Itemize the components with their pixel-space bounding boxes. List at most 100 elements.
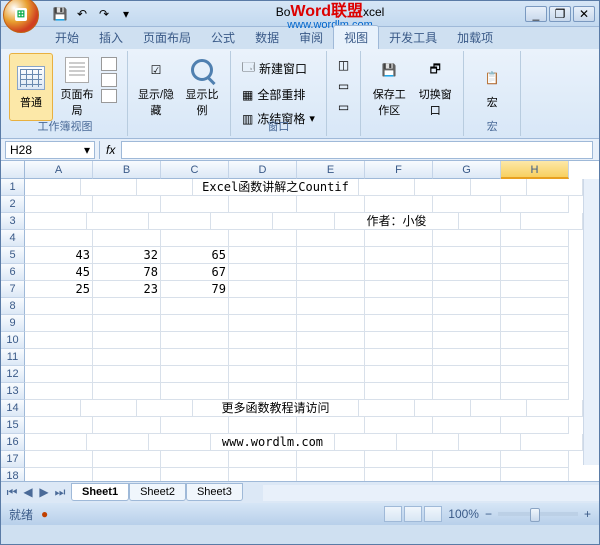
row-header-7[interactable]: 7 <box>1 281 25 298</box>
cell-E8[interactable] <box>297 298 365 315</box>
column-header-D[interactable]: D <box>229 161 297 179</box>
cell-D4[interactable] <box>229 230 297 247</box>
cell-H3[interactable] <box>521 213 583 230</box>
formula-bar[interactable] <box>121 141 593 159</box>
cell-F7[interactable] <box>365 281 433 298</box>
column-header-A[interactable]: A <box>25 161 93 179</box>
row-header-3[interactable]: 3 <box>1 213 25 230</box>
cell-E18[interactable] <box>297 468 365 481</box>
cell-G14[interactable] <box>471 400 527 417</box>
name-box[interactable]: H28▾ <box>5 141 95 159</box>
cell-F11[interactable] <box>365 349 433 366</box>
cell-B18[interactable] <box>93 468 161 481</box>
cell-A7[interactable]: 25 <box>25 281 93 298</box>
cell-F10[interactable] <box>365 332 433 349</box>
cell-F17[interactable] <box>365 451 433 468</box>
cell-B13[interactable] <box>93 383 161 400</box>
cell-B2[interactable] <box>93 196 161 213</box>
column-header-G[interactable]: G <box>433 161 501 179</box>
cell-C13[interactable] <box>161 383 229 400</box>
cell-C4[interactable] <box>161 230 229 247</box>
cell-F3[interactable]: 作者：小俊 <box>335 213 459 230</box>
cell-G11[interactable] <box>433 349 501 366</box>
cell-A11[interactable] <box>25 349 93 366</box>
column-header-C[interactable]: C <box>161 161 229 179</box>
cell-H4[interactable] <box>501 230 569 247</box>
cell-B15[interactable] <box>93 417 161 434</box>
page-layout-button[interactable]: 页面布局 <box>55 53 99 121</box>
tab-formulas[interactable]: 公式 <box>201 26 245 49</box>
cell-C3[interactable] <box>149 213 211 230</box>
zoom-button[interactable]: 显示比例 <box>180 53 224 121</box>
cell-H16[interactable] <box>521 434 583 451</box>
cell-D3[interactable] <box>211 213 273 230</box>
cell-E11[interactable] <box>297 349 365 366</box>
page-layout-view-icon[interactable] <box>404 506 422 522</box>
cell-F16[interactable] <box>397 434 459 451</box>
cell-E1[interactable] <box>359 179 415 196</box>
record-macro-icon[interactable]: ● <box>41 507 48 521</box>
cell-H7[interactable] <box>501 281 569 298</box>
cell-A3[interactable] <box>25 213 87 230</box>
cell-E17[interactable] <box>297 451 365 468</box>
cell-H18[interactable] <box>501 468 569 481</box>
tab-insert[interactable]: 插入 <box>89 26 133 49</box>
cell-H15[interactable] <box>501 417 569 434</box>
sheet-tab-1[interactable]: Sheet1 <box>71 483 129 501</box>
cell-H8[interactable] <box>501 298 569 315</box>
tab-review[interactable]: 审阅 <box>289 26 333 49</box>
row-header-16[interactable]: 16 <box>1 434 25 451</box>
tab-data[interactable]: 数据 <box>245 26 289 49</box>
cell-G10[interactable] <box>433 332 501 349</box>
cell-A15[interactable] <box>25 417 93 434</box>
view2-icon[interactable] <box>101 73 117 87</box>
cell-F14[interactable] <box>415 400 471 417</box>
cell-C11[interactable] <box>161 349 229 366</box>
row-header-2[interactable]: 2 <box>1 196 25 213</box>
sheet-tab-2[interactable]: Sheet2 <box>129 483 186 501</box>
cell-G16[interactable] <box>459 434 521 451</box>
cell-B5[interactable]: 32 <box>93 247 161 264</box>
cell-H9[interactable] <box>501 315 569 332</box>
row-header-6[interactable]: 6 <box>1 264 25 281</box>
cell-F4[interactable] <box>365 230 433 247</box>
row-header-13[interactable]: 13 <box>1 383 25 400</box>
zoom-slider[interactable] <box>498 512 578 516</box>
cell-H14[interactable] <box>527 400 583 417</box>
row-header-4[interactable]: 4 <box>1 230 25 247</box>
tab-home[interactable]: 开始 <box>45 26 89 49</box>
cell-B3[interactable] <box>87 213 149 230</box>
cell-D7[interactable] <box>229 281 297 298</box>
cell-A9[interactable] <box>25 315 93 332</box>
cell-G2[interactable] <box>433 196 501 213</box>
cell-G7[interactable] <box>433 281 501 298</box>
cell-A10[interactable] <box>25 332 93 349</box>
cell-G5[interactable] <box>433 247 501 264</box>
minimize-button[interactable]: _ <box>525 6 547 22</box>
cell-A14[interactable] <box>25 400 81 417</box>
sheet-nav-first[interactable]: ⏮ <box>5 485 19 500</box>
cell-H11[interactable] <box>501 349 569 366</box>
new-window-button[interactable]: 🗔新建窗口 <box>237 55 320 82</box>
cell-G18[interactable] <box>433 468 501 481</box>
sheet-tab-3[interactable]: Sheet3 <box>186 483 243 501</box>
cell-H12[interactable] <box>501 366 569 383</box>
maximize-button[interactable]: ❐ <box>549 6 571 22</box>
cell-B4[interactable] <box>93 230 161 247</box>
cell-C2[interactable] <box>161 196 229 213</box>
cell-G13[interactable] <box>433 383 501 400</box>
cell-H1[interactable] <box>527 179 583 196</box>
cell-D8[interactable] <box>229 298 297 315</box>
cell-F8[interactable] <box>365 298 433 315</box>
cell-B12[interactable] <box>93 366 161 383</box>
cell-B6[interactable]: 78 <box>93 264 161 281</box>
redo-button[interactable]: ↷ <box>95 5 113 23</box>
cell-E4[interactable] <box>297 230 365 247</box>
unhide-button[interactable]: ▭ <box>333 97 354 117</box>
zoom-in-button[interactable]: + <box>584 507 591 521</box>
cell-F1[interactable] <box>415 179 471 196</box>
row-header-17[interactable]: 17 <box>1 451 25 468</box>
cell-C6[interactable]: 67 <box>161 264 229 281</box>
cell-C18[interactable] <box>161 468 229 481</box>
tab-view[interactable]: 视图 <box>333 25 379 49</box>
